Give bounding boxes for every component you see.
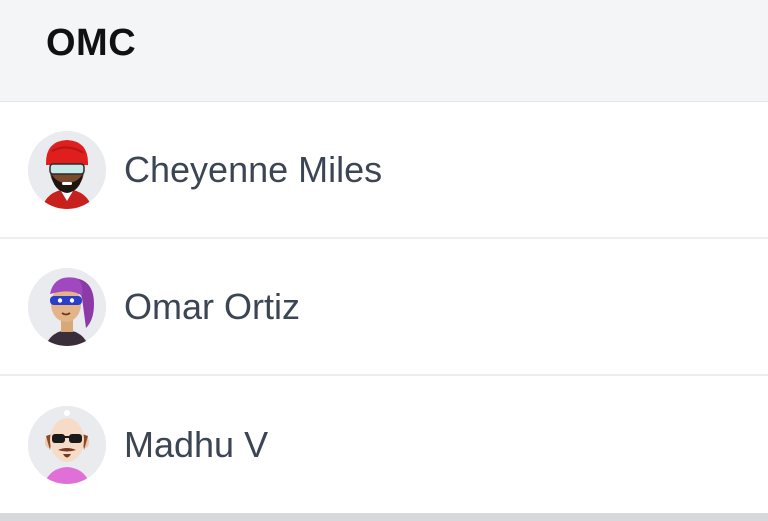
avatar-red-turban-sunglasses-icon bbox=[28, 130, 106, 209]
avatar-bald-sunglasses-icon bbox=[28, 405, 106, 484]
avatar-purple-hair-mask-icon bbox=[28, 267, 106, 346]
contact-name: Cheyenne Miles bbox=[124, 148, 383, 190]
group-header: OMC bbox=[0, 0, 768, 102]
contact-name: Madhu V bbox=[124, 423, 269, 465]
contact-row-madhu-v[interactable]: Madhu V bbox=[0, 376, 768, 513]
group-title: OMC bbox=[46, 22, 137, 64]
contact-row-omar-ortiz[interactable]: Omar Ortiz bbox=[0, 239, 768, 376]
bottom-divider-bar bbox=[0, 513, 768, 521]
contact-list: Cheyenne Miles Omar Ortiz Madhu V bbox=[0, 102, 768, 513]
contact-list-screen: OMC Cheyenne Miles Omar Ortiz Madhu V bbox=[0, 0, 768, 521]
contact-row-cheyenne-miles[interactable]: Cheyenne Miles bbox=[0, 102, 768, 239]
contact-name: Omar Ortiz bbox=[124, 285, 300, 327]
